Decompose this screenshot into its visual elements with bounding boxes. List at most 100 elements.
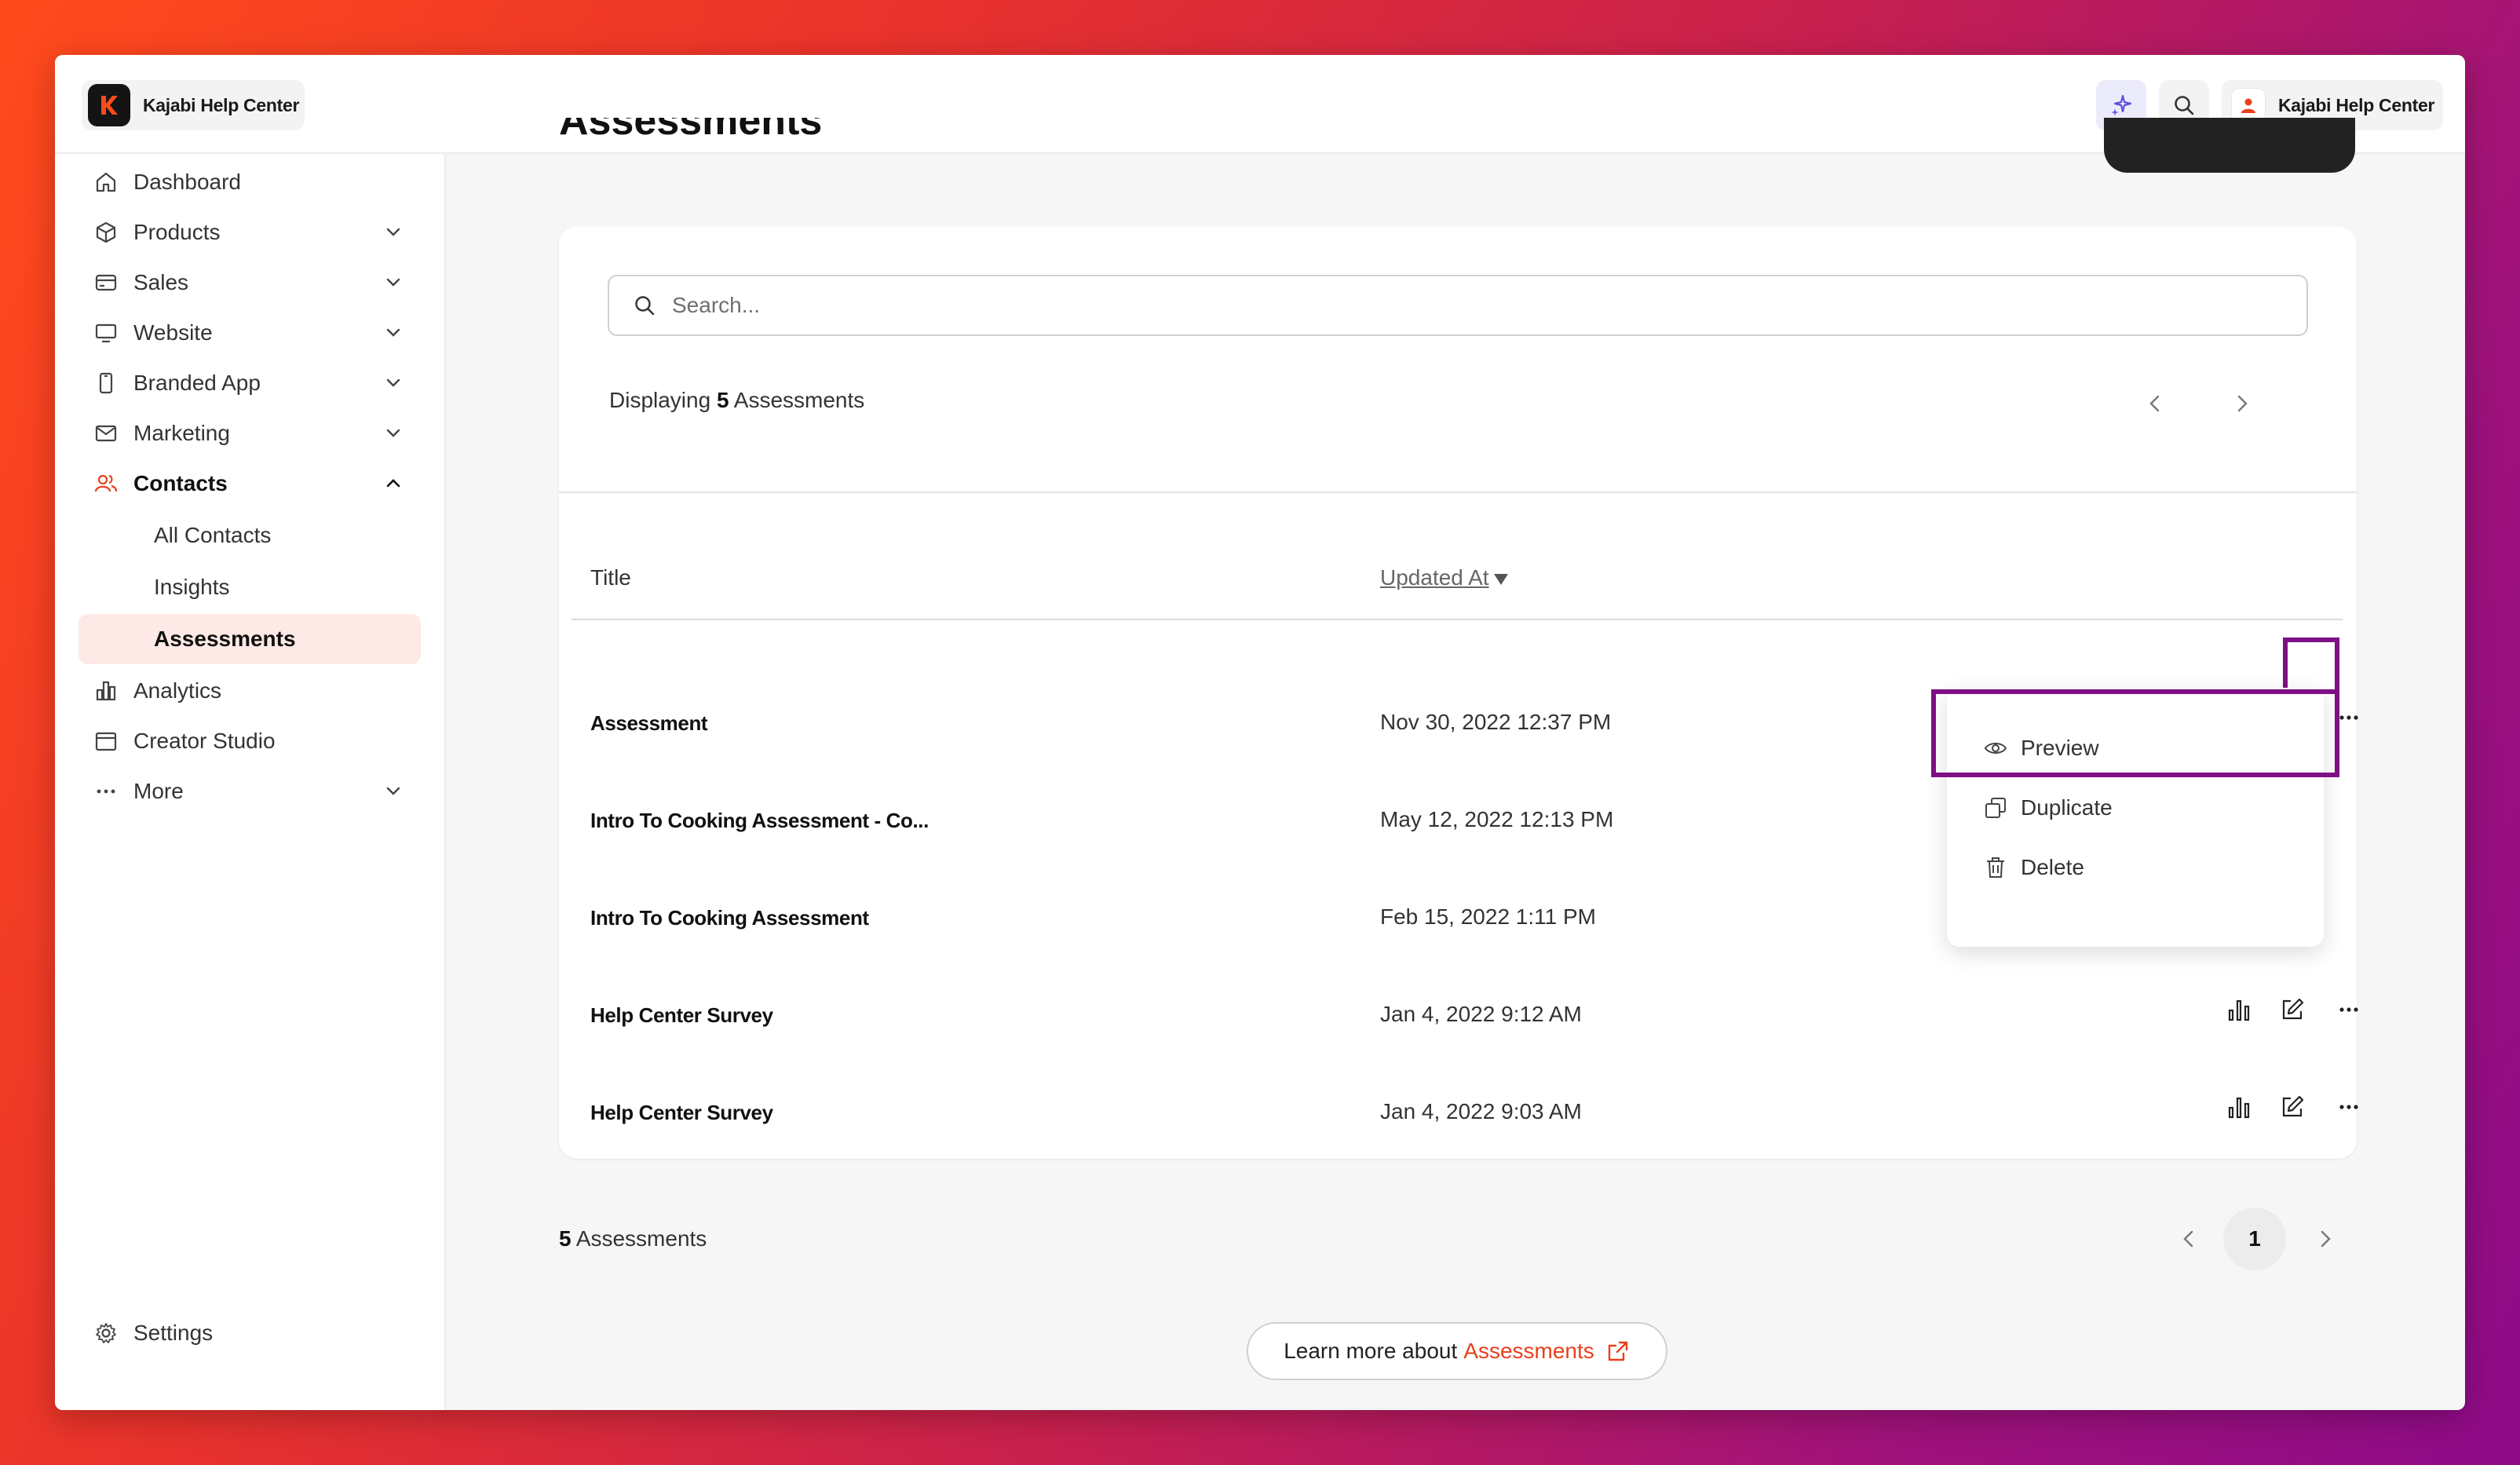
calendar-icon (93, 728, 119, 754)
more-actions-icon[interactable] (2332, 992, 2366, 1027)
box-icon (93, 219, 119, 246)
sidebar-item-label: Website (133, 320, 213, 345)
ellipsis-icon (93, 778, 119, 805)
monitor-icon (93, 320, 119, 346)
results-summary: Displaying 5 Assessments (609, 388, 864, 413)
sidebar-item-more[interactable]: More (79, 766, 421, 817)
chevron-down-icon (386, 278, 400, 287)
menu-item-label: Duplicate (2021, 795, 2113, 820)
table-row-title[interactable]: Help Center Survey (590, 1003, 773, 1028)
menu-item-delete[interactable]: Delete (1983, 848, 2084, 887)
new-assessment-button[interactable] (2104, 118, 2355, 173)
footer-next-page-button[interactable] (2310, 1223, 2341, 1255)
sidebar-subitem-insights[interactable]: Insights (79, 562, 421, 612)
summary-suffix: Assessments (733, 388, 865, 412)
sidebar-item-label: Settings (133, 1321, 214, 1345)
sidebar-item-label: Analytics (133, 678, 222, 703)
chevron-down-icon (386, 328, 400, 337)
sidebar-item-analytics[interactable]: Analytics (79, 666, 421, 716)
search-input[interactable]: Search... (608, 275, 2308, 336)
column-header-updated-at[interactable]: Updated At (1380, 565, 1508, 590)
home-icon (93, 169, 119, 195)
preview-highlight (1931, 689, 2339, 777)
chevron-right-icon (2321, 1230, 2331, 1248)
table-row-date: Jan 4, 2022 9:12 AM (1380, 1002, 1582, 1026)
chevron-down-icon (386, 378, 400, 387)
table-row-date: May 12, 2022 12:13 PM (1380, 807, 1614, 831)
phone-icon (93, 370, 119, 396)
bar-chart-icon (93, 678, 119, 704)
next-page-button[interactable] (2226, 388, 2258, 419)
table-row-title[interactable]: Intro To Cooking Assessment - Co... (590, 809, 929, 833)
learn-more-text: Learn more about (1284, 1339, 1458, 1363)
sidebar-subitem-all-contacts[interactable]: All Contacts (79, 510, 421, 561)
edit-icon[interactable] (2275, 992, 2310, 1027)
sidebar-item-dashboard[interactable]: Dashboard (79, 157, 421, 207)
sparkle-icon (2111, 94, 2132, 116)
footer-prev-page-button[interactable] (2173, 1223, 2204, 1255)
table-row-title[interactable]: Help Center Survey (590, 1101, 773, 1125)
search-icon (2175, 96, 2194, 115)
sidebar-item-label: Creator Studio (133, 729, 276, 753)
chevron-down-icon (386, 429, 400, 437)
column-header-title: Title (590, 565, 631, 590)
sort-desc-icon (1493, 573, 1508, 585)
sidebar-item-website[interactable]: Website (79, 308, 421, 358)
app-window: Kajabi Help Center Kajabi Help Center Da… (55, 55, 2465, 1410)
column-header-label: Updated At (1380, 565, 1489, 590)
more-button-highlight (2283, 638, 2339, 694)
page-title: Assessments (559, 118, 823, 144)
sidebar-subitem-assessments[interactable]: Assessments (79, 614, 421, 664)
sidebar-item-creator-studio[interactable]: Creator Studio (79, 716, 421, 766)
page-number-button[interactable]: 1 (2223, 1207, 2286, 1270)
trash-icon (1983, 855, 2008, 880)
sidebar-item-products[interactable]: Products (79, 207, 421, 258)
table-row-date: Jan 4, 2022 9:03 AM (1380, 1099, 1582, 1123)
chevron-up-icon (386, 479, 400, 488)
sidebar-item-label: Branded App (133, 371, 261, 395)
sidebar-item-branded-app[interactable]: Branded App (79, 358, 421, 408)
account-name: Kajabi Help Center (2278, 94, 2435, 115)
total-count-label: Assessments (575, 1226, 707, 1251)
sidebar-item-label: Marketing (133, 421, 230, 445)
sidebar-item-settings[interactable]: Settings (79, 1308, 421, 1358)
chevron-down-icon (386, 228, 400, 236)
learn-more-button[interactable]: Learn more about Assessments (1247, 1322, 1667, 1380)
search-icon (635, 296, 655, 316)
learn-more-link[interactable]: Assessments (1463, 1339, 1594, 1364)
chevron-down-icon (386, 787, 400, 795)
summary-prefix: Displaying (609, 388, 711, 412)
table-row-title[interactable]: Intro To Cooking Assessment (590, 906, 869, 930)
external-link-icon (1605, 1339, 1631, 1364)
credit-card-icon (93, 269, 119, 296)
menu-item-duplicate[interactable]: Duplicate (1983, 788, 2113, 827)
table-row-title[interactable]: Assessment (590, 711, 708, 736)
sidebar-item-label: More (133, 779, 184, 803)
total-count: 5 Assessments (559, 1226, 707, 1251)
gear-icon (93, 1320, 119, 1346)
mail-icon (93, 420, 119, 447)
sidebar-item-contacts[interactable]: Contacts (79, 458, 421, 509)
sidebar-item-label: Products (133, 220, 221, 244)
kajabi-logo-icon (88, 84, 130, 126)
total-count-number: 5 (559, 1226, 572, 1251)
chevron-left-icon (2183, 1230, 2193, 1248)
analytics-icon[interactable] (2222, 992, 2256, 1027)
summary-count: 5 (716, 388, 729, 412)
site-switcher[interactable]: Kajabi Help Center (82, 80, 305, 130)
edit-icon[interactable] (2275, 1090, 2310, 1124)
sidebar-item-marketing[interactable]: Marketing (79, 408, 421, 458)
user-icon (2241, 98, 2255, 113)
prev-page-button[interactable] (2139, 388, 2171, 419)
copy-icon (1983, 795, 2008, 820)
analytics-icon[interactable] (2222, 1090, 2256, 1124)
table-row-date: Nov 30, 2022 12:37 PM (1380, 710, 1612, 734)
search-placeholder: Search... (672, 293, 761, 317)
site-name: Kajabi Help Center (143, 94, 300, 115)
users-icon (93, 470, 119, 497)
sidebar-item-sales[interactable]: Sales (79, 258, 421, 308)
table-row-date: Feb 15, 2022 1:11 PM (1380, 904, 1596, 929)
divider (559, 491, 2357, 493)
more-actions-icon[interactable] (2332, 1090, 2366, 1124)
sidebar: Dashboard Products Sales Website Branded… (55, 154, 446, 1410)
